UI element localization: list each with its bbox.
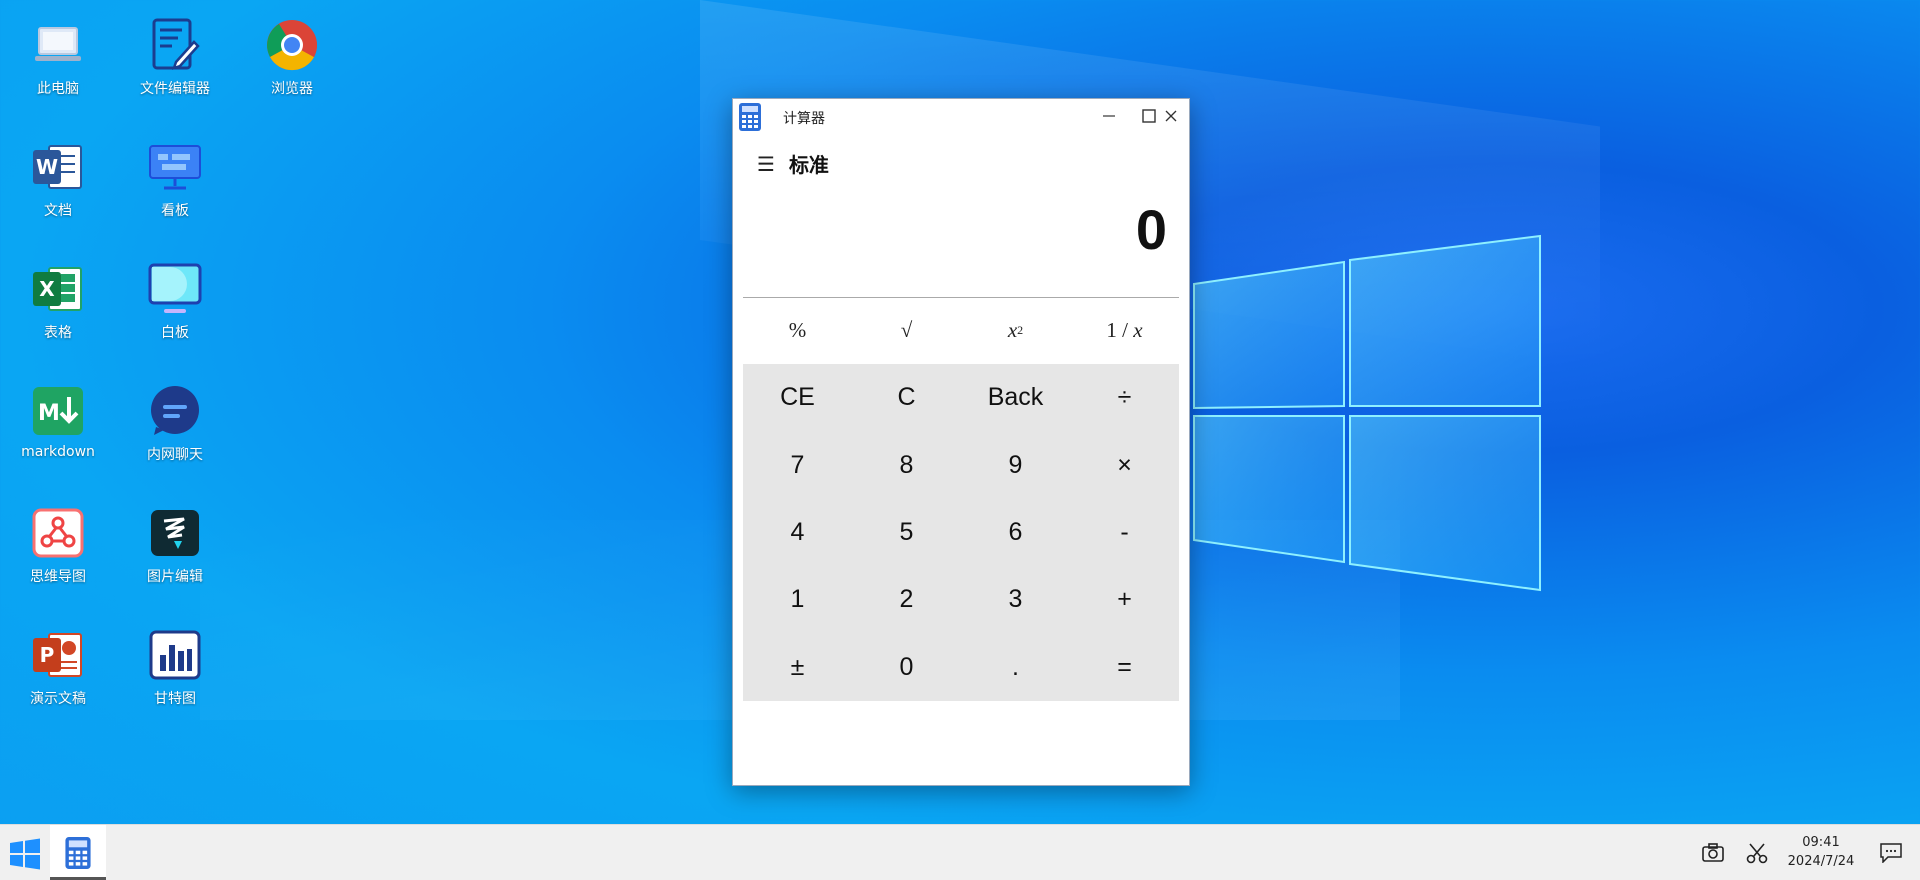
notification-icon bbox=[1880, 843, 1902, 863]
minimize-icon bbox=[1103, 115, 1115, 117]
taskbar-clock[interactable]: 09:41 2024/7/24 bbox=[1776, 833, 1866, 871]
minimize-button[interactable] bbox=[1089, 99, 1129, 133]
svg-text:X: X bbox=[39, 277, 55, 301]
kanban-icon bbox=[146, 138, 204, 196]
reciprocal-button[interactable]: 1 / x bbox=[1070, 299, 1179, 361]
close-button[interactable] bbox=[1151, 99, 1191, 133]
desktop-icon-presentation[interactable]: P 演示文稿 bbox=[3, 626, 113, 708]
key-0[interactable]: 0 bbox=[852, 634, 961, 701]
computer-icon bbox=[29, 16, 87, 74]
window-title: 计算器 bbox=[783, 111, 825, 127]
svg-text:P: P bbox=[40, 643, 55, 667]
key-4[interactable]: 4 bbox=[743, 499, 852, 566]
calculator-icon bbox=[65, 837, 91, 869]
function-row: % √ x2 1 / x bbox=[743, 299, 1179, 361]
calculator-app-icon bbox=[739, 103, 761, 131]
calculator-mode-title: 标准 bbox=[788, 153, 829, 177]
key-3[interactable]: 3 bbox=[961, 566, 1070, 633]
hamburger-menu-icon[interactable]: ☰ bbox=[757, 152, 775, 176]
key-backspace[interactable]: Back bbox=[961, 364, 1070, 431]
key-1[interactable]: 1 bbox=[743, 566, 852, 633]
scissors-icon bbox=[1746, 843, 1768, 864]
clock-date: 2024/7/24 bbox=[1787, 854, 1855, 869]
screenshot-button[interactable] bbox=[1702, 825, 1724, 880]
camera-icon bbox=[1702, 843, 1724, 862]
gantt-icon bbox=[146, 626, 204, 684]
key-decimal[interactable]: . bbox=[961, 634, 1070, 701]
chrome-icon bbox=[263, 16, 321, 74]
key-divide[interactable]: ÷ bbox=[1070, 364, 1179, 431]
desktop-icon-document[interactable]: W 文档 bbox=[3, 138, 113, 220]
desktop-icon-gantt[interactable]: 甘特图 bbox=[120, 626, 230, 708]
key-equals[interactable]: = bbox=[1070, 634, 1179, 701]
desktop-icon-whiteboard[interactable]: 白板 bbox=[120, 260, 230, 342]
square-button[interactable]: x2 bbox=[961, 299, 1070, 361]
desktop-icon-chat[interactable]: 内网聊天 bbox=[120, 382, 230, 464]
desktop-icon-file-editor[interactable]: 文件编辑器 bbox=[120, 16, 230, 98]
key-ce[interactable]: CE bbox=[743, 364, 852, 431]
markdown-icon: M bbox=[29, 382, 87, 440]
svg-text:M: M bbox=[38, 401, 60, 426]
file-editor-icon bbox=[146, 16, 204, 74]
taskbar: 09:41 2024/7/24 bbox=[0, 824, 1920, 880]
keypad: CE C Back ÷ 7 8 9 × 4 5 6 - 1 2 3 + ± 0 … bbox=[743, 364, 1179, 701]
percent-button[interactable]: % bbox=[743, 299, 852, 361]
key-8[interactable]: 8 bbox=[852, 431, 961, 498]
calculator-window[interactable]: 计算器 ☰ 标准 0 % √ x2 1 / x CE C Back ÷ 7 8 … bbox=[732, 98, 1190, 786]
snip-button[interactable] bbox=[1746, 825, 1768, 880]
chat-icon bbox=[146, 382, 204, 440]
desktop-icon-markdown[interactable]: M markdown bbox=[3, 382, 113, 460]
desktop-icon-image-editor[interactable]: 图片编辑 bbox=[120, 504, 230, 586]
excel-icon: X bbox=[29, 260, 87, 318]
key-6[interactable]: 6 bbox=[961, 499, 1070, 566]
result-display: 0 bbox=[1135, 198, 1167, 261]
key-5[interactable]: 5 bbox=[852, 499, 961, 566]
windows-start-icon bbox=[10, 838, 40, 870]
start-button[interactable] bbox=[8, 837, 42, 871]
key-9[interactable]: 9 bbox=[961, 431, 1070, 498]
desktop-icon-spreadsheet[interactable]: X 表格 bbox=[3, 260, 113, 342]
whiteboard-icon bbox=[146, 260, 204, 318]
key-minus[interactable]: - bbox=[1070, 499, 1179, 566]
key-negate[interactable]: ± bbox=[743, 634, 852, 701]
image-editor-icon bbox=[146, 504, 204, 562]
windows-wallpaper-logo bbox=[1193, 234, 1541, 592]
svg-text:W: W bbox=[36, 155, 58, 179]
display-divider bbox=[743, 297, 1179, 298]
desktop-icon-kanban[interactable]: 看板 bbox=[120, 138, 230, 220]
powerpoint-icon: P bbox=[29, 626, 87, 684]
notification-button[interactable] bbox=[1880, 825, 1902, 880]
word-icon: W bbox=[29, 138, 87, 196]
desktop-icon-browser[interactable]: 浏览器 bbox=[237, 16, 347, 98]
clock-time: 09:41 bbox=[1802, 835, 1840, 850]
key-2[interactable]: 2 bbox=[852, 566, 961, 633]
key-7[interactable]: 7 bbox=[743, 431, 852, 498]
sqrt-button[interactable]: √ bbox=[852, 299, 961, 361]
desktop-icon-mindmap[interactable]: 思维导图 bbox=[3, 504, 113, 586]
desktop-icon-computer[interactable]: 此电脑 bbox=[3, 16, 113, 98]
mindmap-icon bbox=[29, 504, 87, 562]
key-plus[interactable]: + bbox=[1070, 566, 1179, 633]
taskbar-calculator-button[interactable] bbox=[50, 825, 106, 880]
close-icon bbox=[1165, 110, 1177, 122]
title-bar[interactable]: 计算器 bbox=[733, 99, 1189, 133]
key-multiply[interactable]: × bbox=[1070, 431, 1179, 498]
key-clear[interactable]: C bbox=[852, 364, 961, 431]
